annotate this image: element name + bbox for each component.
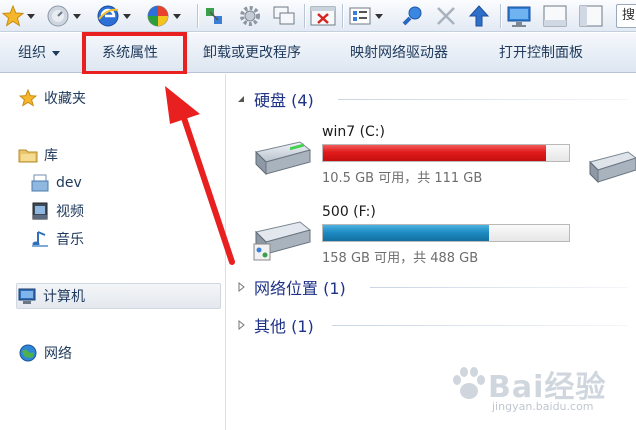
gear-icon[interactable] xyxy=(238,3,262,29)
nav-label-computer: 计算机 xyxy=(43,289,85,305)
map-network-drive-button[interactable]: 映射网络驱动器 xyxy=(350,33,448,73)
close-window-icon[interactable] xyxy=(310,3,336,29)
command-bar: 组织 系统属性 卸载或更改程序 映射网络驱动器 打开控制面板 xyxy=(0,33,636,73)
view-grid-icon[interactable] xyxy=(348,3,383,29)
nav-item-computer[interactable]: 计算机 xyxy=(16,283,221,309)
nav-item-libraries[interactable]: 库 xyxy=(18,142,58,168)
open-control-panel-button[interactable]: 打开控制面板 xyxy=(499,33,583,73)
video-library-icon xyxy=(30,201,50,221)
drive-item-c[interactable]: win7 (C:) 10.5 GB 可用，共 111 GB xyxy=(246,122,636,186)
ie-icon[interactable] xyxy=(96,3,131,29)
navigation-pane: 收藏夹 库 dev 视频 音乐 计算机 网络 xyxy=(0,74,226,430)
drive-usage-bar xyxy=(322,224,570,242)
drive-free-space: 10.5 GB 可用，共 111 GB xyxy=(322,171,483,186)
connect-icon[interactable] xyxy=(400,3,424,29)
group-divider xyxy=(332,325,628,326)
drive-item-f[interactable]: 500 (F:) 158 GB 可用，共 488 GB xyxy=(246,202,606,266)
drive-usage-bar xyxy=(322,144,570,162)
star-icon xyxy=(18,88,38,108)
nav-label-music: 音乐 xyxy=(56,232,84,248)
group-divider xyxy=(338,99,628,100)
up-arrow-icon[interactable] xyxy=(468,3,490,29)
system-properties-button[interactable]: 系统属性 xyxy=(102,33,158,73)
organize-menu[interactable]: 组织 xyxy=(18,33,60,73)
group-divider xyxy=(370,287,628,288)
favorites-star-icon[interactable] xyxy=(2,3,35,29)
window-icon[interactable] xyxy=(542,3,568,29)
group-header-hard-disks[interactable]: 硬盘 (4) xyxy=(228,86,314,112)
hard-drive-icon xyxy=(255,141,312,176)
music-library-icon xyxy=(30,229,50,249)
history-icon[interactable] xyxy=(46,3,81,29)
search-box[interactable]: 搜 xyxy=(616,4,636,28)
library-folder-icon xyxy=(18,145,38,165)
nav-label-favorites: 收藏夹 xyxy=(44,91,86,107)
nav-label-network: 网络 xyxy=(44,346,72,362)
group-label-other: 其他 (1) xyxy=(254,317,314,336)
drive-name: win7 (C:) xyxy=(322,124,385,140)
icon-toolbar: 搜 xyxy=(0,0,636,32)
drive-usage-fill xyxy=(323,145,546,161)
drive-name: 500 (F:) xyxy=(322,204,376,220)
group-label-hard-disks: 硬盘 (4) xyxy=(254,91,314,110)
organize-label: 组织 xyxy=(18,45,46,61)
nav-label-dev: dev xyxy=(56,175,82,191)
nav-item-network[interactable]: 网络 xyxy=(18,340,72,366)
network-globe-icon xyxy=(18,343,38,363)
nav-item-videos[interactable]: 视频 xyxy=(30,198,84,224)
panel-icon[interactable] xyxy=(578,3,604,29)
group-label-network-locations: 网络位置 (1) xyxy=(254,279,346,298)
hard-drive-icon xyxy=(589,151,636,184)
expand-triangle-icon xyxy=(228,282,254,292)
hard-drive-icon xyxy=(253,221,312,261)
delete-x-icon[interactable] xyxy=(434,3,458,29)
drive-free-space: 158 GB 可用，共 488 GB xyxy=(322,251,479,266)
nav-label-libraries: 库 xyxy=(44,148,58,164)
group-header-network-locations[interactable]: 网络位置 (1) xyxy=(228,274,346,300)
share-network-icon[interactable] xyxy=(203,3,225,29)
nav-item-favorites[interactable]: 收藏夹 xyxy=(18,85,86,111)
nav-item-music[interactable]: 音乐 xyxy=(30,226,84,252)
media-icon[interactable] xyxy=(146,3,181,29)
computer-icon xyxy=(17,286,37,306)
window-copy-icon[interactable] xyxy=(272,3,296,29)
nav-label-videos: 视频 xyxy=(56,204,84,220)
nav-item-dev[interactable]: dev xyxy=(30,170,82,196)
document-library-icon xyxy=(30,173,50,193)
collapse-triangle-icon xyxy=(228,94,254,104)
drive-usage-fill xyxy=(323,225,490,241)
monitor-icon[interactable] xyxy=(506,3,532,29)
expand-triangle-icon xyxy=(228,320,254,330)
group-header-other[interactable]: 其他 (1) xyxy=(228,312,314,338)
uninstall-program-button[interactable]: 卸载或更改程序 xyxy=(203,33,301,73)
content-pane: 硬盘 (4) win7 (C:) 10.5 GB 可用，共 111 GB 500… xyxy=(228,74,636,430)
chevron-down-icon xyxy=(52,50,60,56)
